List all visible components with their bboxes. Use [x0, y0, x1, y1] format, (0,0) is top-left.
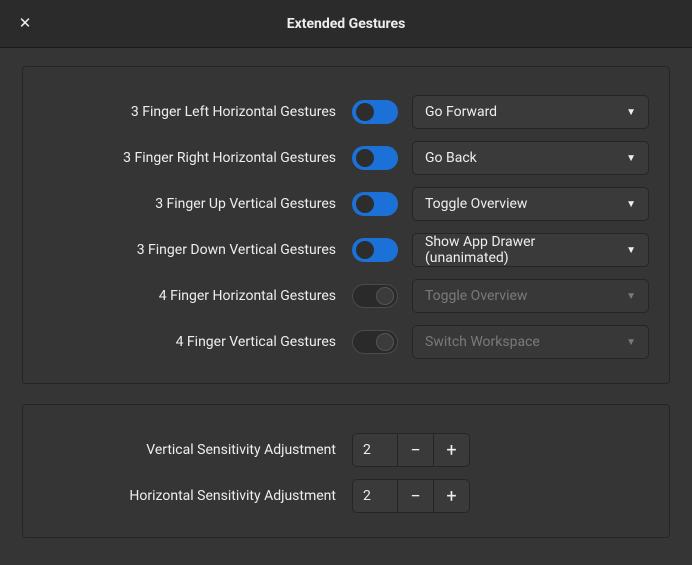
- gesture-action-dropdown-3-up[interactable]: Toggle Overview ▼: [412, 187, 649, 221]
- dropdown-value: Go Forward: [425, 104, 497, 120]
- gestures-panel: 3 Finger Left Horizontal Gestures Go For…: [22, 66, 670, 384]
- minus-icon: −: [410, 486, 420, 507]
- window-title: Extended Gestures: [0, 16, 692, 32]
- chevron-down-icon: ▼: [626, 291, 636, 302]
- toggle-knob: [376, 287, 394, 305]
- vertical-sensitivity-spinner: 2 − +: [352, 433, 470, 467]
- gesture-label: 3 Finger Right Horizontal Gestures: [43, 150, 338, 166]
- gesture-toggle-4-vertical[interactable]: [352, 330, 398, 354]
- gesture-label: 3 Finger Left Horizontal Gestures: [43, 104, 338, 120]
- gesture-label: 4 Finger Vertical Gestures: [43, 334, 338, 350]
- sensitivity-label: Vertical Sensitivity Adjustment: [43, 442, 338, 458]
- plus-icon: +: [446, 486, 456, 507]
- gesture-toggle-3-right[interactable]: [352, 146, 398, 170]
- chevron-down-icon: ▼: [626, 337, 636, 348]
- gesture-label: 3 Finger Up Vertical Gestures: [43, 196, 338, 212]
- minus-icon: −: [410, 440, 420, 461]
- titlebar: ✕ Extended Gestures: [0, 0, 692, 48]
- plus-icon: +: [446, 440, 456, 461]
- dropdown-value: Go Back: [425, 150, 477, 166]
- close-button[interactable]: ✕: [14, 13, 36, 35]
- close-icon: ✕: [19, 16, 32, 31]
- gesture-action-dropdown-3-right[interactable]: Go Back ▼: [412, 141, 649, 175]
- gesture-toggle-3-down[interactable]: [352, 238, 398, 262]
- dropdown-value: Toggle Overview: [425, 196, 527, 212]
- gesture-row: 3 Finger Down Vertical Gestures Show App…: [43, 233, 649, 267]
- gesture-action-dropdown-3-left[interactable]: Go Forward ▼: [412, 95, 649, 129]
- gesture-toggle-3-left[interactable]: [352, 100, 398, 124]
- gesture-row: 3 Finger Left Horizontal Gestures Go For…: [43, 95, 649, 129]
- gesture-label: 4 Finger Horizontal Gestures: [43, 288, 338, 304]
- spinner-increment-button[interactable]: +: [434, 433, 470, 467]
- toggle-knob: [356, 241, 374, 259]
- gesture-label: 3 Finger Down Vertical Gestures: [43, 242, 338, 258]
- dropdown-value: Show App Drawer (unanimated): [425, 234, 620, 266]
- sensitivity-panel: Vertical Sensitivity Adjustment 2 − + Ho…: [22, 404, 670, 538]
- horizontal-sensitivity-spinner: 2 − +: [352, 479, 470, 513]
- spinner-value[interactable]: 2: [352, 479, 398, 513]
- toggle-knob: [356, 103, 374, 121]
- spinner-decrement-button[interactable]: −: [398, 479, 434, 513]
- spinner-decrement-button[interactable]: −: [398, 433, 434, 467]
- gesture-row: 4 Finger Horizontal Gestures Toggle Over…: [43, 279, 649, 313]
- sensitivity-label: Horizontal Sensitivity Adjustment: [43, 488, 338, 504]
- chevron-down-icon: ▼: [626, 107, 636, 118]
- toggle-knob: [356, 149, 374, 167]
- dropdown-value: Toggle Overview: [425, 288, 527, 304]
- gesture-toggle-3-up[interactable]: [352, 192, 398, 216]
- chevron-down-icon: ▼: [626, 245, 636, 256]
- spinner-value[interactable]: 2: [352, 433, 398, 467]
- gesture-action-dropdown-3-down[interactable]: Show App Drawer (unanimated) ▼: [412, 233, 649, 267]
- toggle-knob: [376, 333, 394, 351]
- gesture-action-dropdown-4-vertical: Switch Workspace ▼: [412, 325, 649, 359]
- content-area: 3 Finger Left Horizontal Gestures Go For…: [0, 48, 692, 565]
- chevron-down-icon: ▼: [626, 199, 636, 210]
- sensitivity-row: Vertical Sensitivity Adjustment 2 − +: [43, 433, 649, 467]
- sensitivity-row: Horizontal Sensitivity Adjustment 2 − +: [43, 479, 649, 513]
- gesture-row: 3 Finger Up Vertical Gestures Toggle Ove…: [43, 187, 649, 221]
- gesture-row: 4 Finger Vertical Gestures Switch Worksp…: [43, 325, 649, 359]
- dropdown-value: Switch Workspace: [425, 334, 540, 350]
- gesture-action-dropdown-4-horizontal: Toggle Overview ▼: [412, 279, 649, 313]
- chevron-down-icon: ▼: [626, 153, 636, 164]
- toggle-knob: [356, 195, 374, 213]
- gesture-row: 3 Finger Right Horizontal Gestures Go Ba…: [43, 141, 649, 175]
- spinner-increment-button[interactable]: +: [434, 479, 470, 513]
- gesture-toggle-4-horizontal[interactable]: [352, 284, 398, 308]
